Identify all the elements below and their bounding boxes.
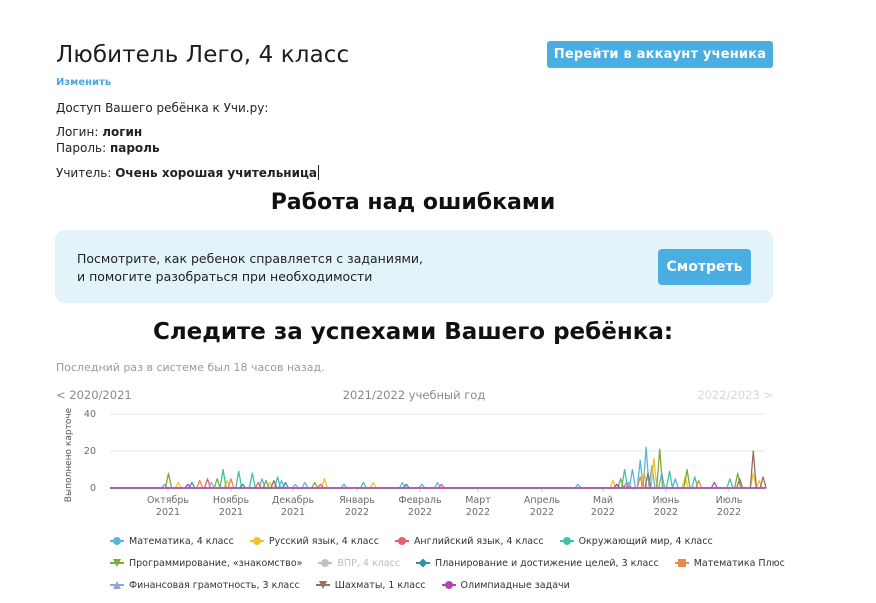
y-tick-label: 40: [84, 409, 96, 420]
series-line-3: [110, 468, 765, 489]
chart-legend: Математика, 4 класс Русский язык, 4 класс…: [110, 530, 790, 596]
password-row: Пароль: пароль: [56, 141, 160, 155]
teacher-label: Учитель:: [56, 166, 112, 180]
x-tick-month: Декабрь: [272, 495, 315, 506]
legend-item[interactable]: Финансовая грамотность, 3 класс: [110, 580, 300, 591]
teacher-value: Очень хорошая учительница: [115, 166, 317, 180]
x-tick-month: Апрель: [524, 495, 561, 506]
x-tick-month: Январь: [339, 495, 375, 506]
legend-marker-icon: [674, 558, 689, 568]
legend-item[interactable]: Планирование и достижение целей, 3 класс: [416, 558, 659, 569]
y-tick-label: 20: [84, 446, 96, 457]
text-cursor: [318, 165, 319, 180]
errors-banner: Посмотрите, как ребенок справляется с за…: [55, 230, 773, 303]
legend-label: Английский язык, 4 класс: [413, 535, 544, 547]
legend-label: Русский язык, 4 класс: [268, 535, 379, 547]
legend-item[interactable]: Олимпиадные задачи: [441, 579, 570, 591]
x-tick-month: Июнь: [653, 495, 680, 506]
legend-marker-icon: [559, 536, 574, 546]
student-account-button[interactable]: Перейти в аккаунт ученика: [547, 41, 773, 68]
banner-line-2: и помогите разобраться при необходимости: [77, 269, 373, 284]
legend-marker-icon: [416, 558, 431, 568]
x-tick-month: Октябрь: [147, 495, 189, 506]
x-tick-month: Июль: [716, 495, 743, 506]
legend-label: Математика, 4 класс: [129, 535, 234, 547]
teacher-row: Учитель: Очень хорошая учительница: [56, 165, 319, 180]
x-tick-month: Май: [593, 495, 613, 506]
x-tick-year: 2021: [281, 507, 305, 518]
legend-label: Финансовая грамотность, 3 класс: [129, 579, 300, 591]
x-tick-year: 2022: [591, 507, 615, 518]
legend-label: Шахматы, 1 класс: [334, 579, 426, 591]
next-year-link[interactable]: 2022/2023 >: [697, 388, 773, 402]
legend-label: Математика Плюс: [693, 557, 785, 569]
y-tick-label: 0: [90, 483, 96, 494]
x-tick-year: 2022: [345, 507, 369, 518]
x-tick-year: 2021: [219, 507, 243, 518]
x-tick-year: 2022: [717, 507, 741, 518]
x-tick-year: 2021: [156, 507, 180, 518]
login-value: логин: [102, 125, 143, 139]
legend-marker-icon: [110, 558, 124, 568]
child-name-title: Любитель Лего, 4 класс: [56, 42, 350, 68]
legend-label: Программирование, «знакомство»: [129, 557, 303, 569]
x-tick-year: 2022: [654, 507, 678, 518]
activity-chart: 02040Выполнено карточе Октябрь2021Ноябрь2…: [64, 407, 767, 518]
last-seen-text: Последний раз в системе был 18 часов наз…: [56, 361, 325, 374]
legend-item[interactable]: Русский язык, 4 класс: [249, 535, 379, 547]
legend-item[interactable]: Математика, 4 класс: [110, 536, 234, 547]
x-tick-year: 2022: [530, 507, 554, 518]
access-title: Доступ Вашего ребёнка к Учи.ру:: [56, 101, 269, 115]
legend-marker-icon: [249, 536, 264, 546]
legend-marker-icon: [110, 580, 124, 590]
watch-button[interactable]: Смотреть: [658, 249, 751, 285]
legend-marker-icon: [318, 558, 333, 568]
legend-marker-icon: [315, 580, 330, 590]
legend-item[interactable]: ВПР, 4 класс: [318, 558, 400, 569]
legend-row: Программирование, «знакомство» ВПР, 4 кла…: [110, 552, 790, 574]
legend-row: Финансовая грамотность, 3 класс Шахматы, …: [110, 574, 790, 596]
legend-label: ВПР, 4 класс: [337, 557, 401, 569]
legend-item[interactable]: Шахматы, 1 класс: [315, 579, 426, 591]
progress-section-title: Следите за успехами Вашего ребёнка:: [152, 319, 674, 345]
errors-section-title: Работа над ошибками: [270, 190, 556, 215]
login-row: Логин: логин: [56, 125, 142, 139]
legend-item[interactable]: Окружающий мир, 4 класс: [559, 535, 713, 547]
legend-label: Олимпиадные задачи: [460, 579, 570, 591]
legend-label: Окружающий мир, 4 класс: [578, 535, 713, 547]
y-axis-title: Выполнено карточе: [64, 407, 74, 502]
x-tick-month: Март: [465, 495, 491, 506]
change-link[interactable]: Изменить: [56, 77, 111, 88]
legend-label: Планирование и достижение целей, 3 класс: [435, 557, 659, 569]
login-label: Логин:: [56, 125, 99, 139]
legend-marker-icon: [441, 580, 456, 590]
banner-line-1: Посмотрите, как ребенок справляется с за…: [77, 251, 424, 266]
prev-year-link[interactable]: < 2020/2021: [56, 388, 132, 402]
password-value: пароль: [109, 141, 160, 155]
legend-row: Математика, 4 класс Русский язык, 4 класс…: [110, 530, 790, 552]
legend-item[interactable]: Программирование, «знакомство»: [110, 558, 302, 569]
password-label: Пароль:: [56, 141, 107, 155]
x-tick-year: 2022: [408, 507, 432, 518]
legend-marker-icon: [394, 536, 409, 546]
x-tick-year: 2022: [466, 507, 490, 518]
legend-item[interactable]: Английский язык, 4 класс: [394, 535, 544, 547]
banner-text: Посмотрите, как ребенок справляется с за…: [77, 250, 423, 286]
x-tick-month: Февраль: [398, 495, 442, 506]
legend-item[interactable]: Математика Плюс: [674, 557, 785, 569]
legend-marker-icon: [110, 536, 124, 546]
x-tick-month: Ноябрь: [213, 495, 250, 506]
